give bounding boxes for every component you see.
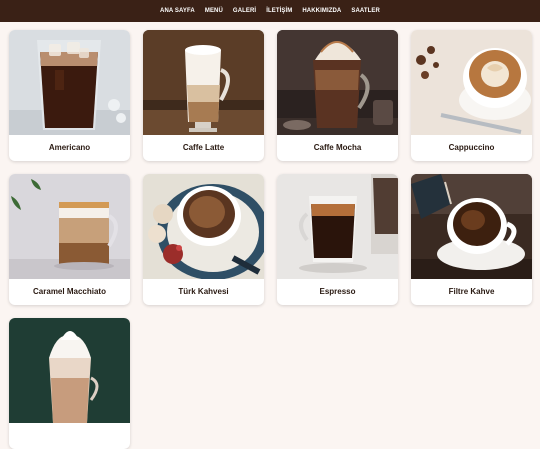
menu-card-caramel-macchiato[interactable]: Caramel Macchiato	[9, 174, 130, 305]
espresso-image	[277, 174, 398, 279]
cappuccino-image	[411, 30, 532, 135]
menu-card-cappuccino[interactable]: Cappuccino	[411, 30, 532, 161]
nav-contact-link[interactable]: İLETİŞİM	[266, 8, 292, 14]
menu-grid: Americano Caffe Latte Caffe Mocha Cappuc…	[9, 30, 532, 449]
americano-image	[9, 30, 130, 135]
menu-card-caffe-latte[interactable]: Caffe Latte	[143, 30, 264, 161]
menu-card-espresso[interactable]: Espresso	[277, 174, 398, 305]
caffe-mocha-image	[277, 30, 398, 135]
caramel-macchiato-image	[9, 174, 130, 279]
menu-card-filtre-kahve[interactable]: Filtre Kahve	[411, 174, 532, 305]
menu-card-title: Caffe Latte	[182, 143, 225, 152]
menu-card-title: Türk Kahvesi	[178, 287, 229, 296]
turk-kahvesi-image	[143, 174, 264, 279]
menu-card-title: Caramel Macchiato	[33, 287, 106, 296]
nav-menu-link[interactable]: MENÜ	[205, 8, 223, 14]
menu-card-title	[9, 423, 130, 449]
menu-card-turk-kahvesi[interactable]: Türk Kahvesi	[143, 174, 264, 305]
nav-hours-link[interactable]: SAATLER	[351, 8, 380, 14]
nav-home-link[interactable]: ANA SAYFA	[160, 8, 195, 14]
menu-card-americano[interactable]: Americano	[9, 30, 130, 161]
top-navbar: ANA SAYFA MENÜ GALERİ İLETİŞİM HAKKIMIZD…	[0, 0, 540, 22]
menu-card-caffe-mocha[interactable]: Caffe Mocha	[277, 30, 398, 161]
nav-about-link[interactable]: HAKKIMIZDA	[302, 8, 341, 14]
menu-card-title: Cappuccino	[448, 143, 495, 152]
iced-drink-image	[9, 318, 130, 423]
menu-card-iced-drink[interactable]	[9, 318, 130, 449]
nav-gallery-link[interactable]: GALERİ	[233, 8, 256, 14]
menu-card-title: Americano	[48, 143, 91, 152]
menu-card-title: Caffe Mocha	[313, 143, 362, 152]
filtre-kahve-image	[411, 174, 532, 279]
menu-card-title: Filtre Kahve	[448, 287, 495, 296]
menu-card-title: Espresso	[319, 287, 356, 296]
caffe-latte-image	[143, 30, 264, 135]
